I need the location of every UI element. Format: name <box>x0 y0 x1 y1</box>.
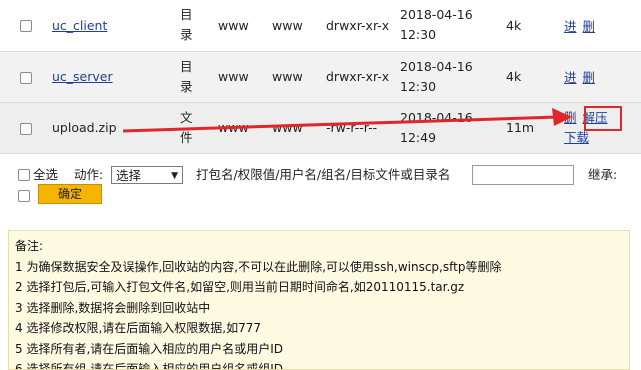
target-input[interactable] <box>472 165 574 185</box>
note-line: 6 选择所有组,请在后面输入相应的用户组名或组ID <box>15 362 284 370</box>
table-row: upload.zip 文件 www www -rw-r--r-- 2018-04… <box>0 102 641 154</box>
perm-cell: drwxr-xr-x <box>326 17 390 33</box>
select-all-label: 全选 <box>33 167 59 182</box>
note-line: 4 选择修改权限,请在后面输入权限数据,如777 <box>15 321 261 335</box>
owner-cell: www <box>218 120 249 135</box>
chevron-down-icon: ▼ <box>171 171 178 181</box>
dir-link[interactable]: uc_server <box>52 69 113 84</box>
table-row: uc_server 目录 www www drwxr-xr-x 2018-04-… <box>0 51 641 103</box>
action-label: 动作: <box>74 167 104 182</box>
size-cell: 11m <box>506 120 535 135</box>
select-all-checkbox[interactable] <box>18 169 30 181</box>
confirm-button[interactable]: 确定 <box>38 184 102 204</box>
highlight-box <box>584 106 622 131</box>
note-line: 5 选择所有者,请在后面输入相应的用户名或用户ID <box>15 341 284 356</box>
enter-link[interactable]: 进 <box>564 19 577 34</box>
group-cell: www <box>272 17 303 33</box>
row-checkbox[interactable] <box>20 122 32 135</box>
time-cell: 12:49 <box>400 129 437 145</box>
note-line: 2 选择打包后,可输入打包文件名,如留空,则用当前日期时间命名,如2011011… <box>15 280 465 294</box>
row-checkbox[interactable] <box>20 71 32 84</box>
date-cell: 2018-04-16 <box>400 7 473 23</box>
time-cell: 12:30 <box>400 27 437 43</box>
action-select[interactable]: 选择 ▼ <box>111 166 183 184</box>
dir-link[interactable]: uc_client <box>52 18 107 33</box>
download-link[interactable]: 下载 <box>564 130 589 145</box>
action-select-value: 选择 <box>116 168 142 183</box>
target-label: 打包名/权限值/用户名/组名/目标文件或目录名 <box>196 167 451 182</box>
delete-link[interactable]: 删 <box>564 110 577 125</box>
date-cell: 2018-04-16 <box>400 109 473 125</box>
notes-title: 备注: <box>15 239 44 253</box>
perm-cell: drwxr-xr-x <box>326 69 390 84</box>
notes-box: 备注: 1 为确保数据安全及误操作,回收站的内容,不可以在此删除,可以使用ssh… <box>8 230 630 370</box>
file-name: upload.zip <box>52 120 117 135</box>
type-cell: 目录 <box>180 7 193 43</box>
action-bar: 全选 动作: 选择 ▼ 打包名/权限值/用户名/组名/目标文件或目录名 继承: <box>18 164 638 186</box>
note-line: 1 为确保数据安全及误操作,回收站的内容,不可以在此删除,可以使用ssh,win… <box>15 259 502 274</box>
note-line: 3 选择删除,数据将会删除到回收站中 <box>15 300 211 315</box>
group-cell: www <box>272 69 303 84</box>
type-cell: 目录 <box>180 58 193 94</box>
inherit-checkbox[interactable] <box>18 190 30 202</box>
owner-cell: www <box>218 69 249 84</box>
date-cell: 2018-04-16 <box>400 58 473 74</box>
size-cell: 4k <box>506 17 522 33</box>
delete-link[interactable]: 删 <box>583 19 596 34</box>
table-row: uc_client 目录 www www drwxr-xr-x 2018-04-… <box>0 0 641 52</box>
row-checkbox[interactable] <box>20 20 32 33</box>
type-cell: 文件 <box>180 109 193 145</box>
group-cell: www <box>272 120 303 135</box>
continue-label: 继承: <box>588 167 618 182</box>
delete-link[interactable]: 删 <box>583 70 596 85</box>
time-cell: 12:30 <box>400 78 437 94</box>
file-table: uc_client 目录 www www drwxr-xr-x 2018-04-… <box>0 0 641 154</box>
perm-cell: -rw-r--r-- <box>326 120 378 135</box>
enter-link[interactable]: 进 <box>564 70 577 85</box>
owner-cell: www <box>218 17 249 33</box>
size-cell: 4k <box>506 69 522 84</box>
